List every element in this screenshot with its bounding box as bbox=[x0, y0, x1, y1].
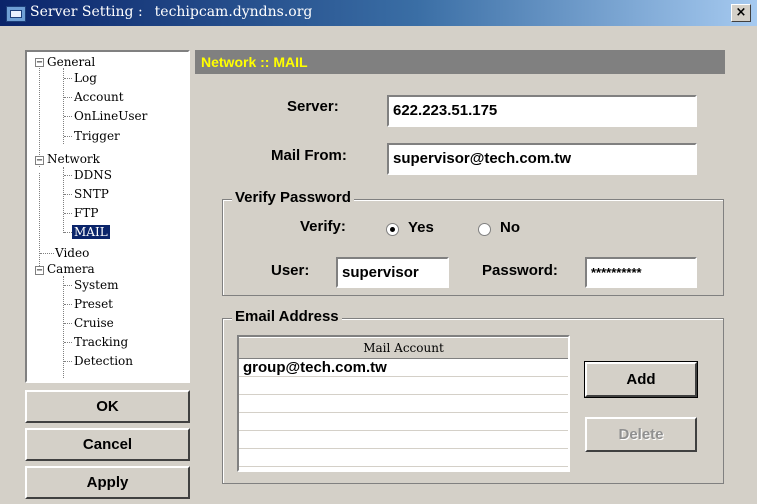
tree-branch bbox=[64, 78, 72, 79]
tree-item-detection[interactable]: Detection bbox=[74, 354, 133, 368]
server-label: Server: bbox=[287, 98, 339, 115]
tree-branch bbox=[40, 253, 54, 254]
window-title-label: Server Setting : bbox=[30, 4, 143, 20]
app-icon bbox=[6, 6, 26, 22]
tree-connector bbox=[39, 68, 40, 167]
apply-button[interactable]: Apply bbox=[25, 466, 190, 499]
collapse-icon[interactable]: − bbox=[35, 266, 44, 276]
settings-tree[interactable]: − General Log Account OnLineUser Trigger… bbox=[25, 50, 190, 383]
list-item[interactable]: group@tech.com.tw bbox=[239, 359, 568, 377]
ok-button[interactable]: OK bbox=[25, 390, 190, 423]
list-item-empty[interactable] bbox=[239, 395, 568, 413]
tree-branch bbox=[64, 213, 72, 214]
list-item-empty[interactable] bbox=[239, 431, 568, 449]
tree-connector bbox=[63, 167, 64, 233]
list-item-empty[interactable] bbox=[239, 449, 568, 467]
email-address-legend: Email Address bbox=[232, 308, 342, 325]
password-input[interactable]: ********** bbox=[585, 257, 697, 288]
tree-branch bbox=[64, 194, 72, 195]
tree-branch bbox=[64, 285, 72, 286]
mail-from-label: Mail From: bbox=[271, 147, 347, 164]
tree-item-cruise[interactable]: Cruise bbox=[74, 316, 114, 330]
collapse-icon[interactable]: − bbox=[35, 58, 44, 68]
server-input[interactable]: 622.223.51.175 bbox=[387, 95, 697, 127]
tree-item-camera[interactable]: Camera bbox=[47, 262, 95, 276]
tree-branch bbox=[64, 136, 72, 137]
tree-item-network[interactable]: Network bbox=[47, 152, 100, 166]
delete-button[interactable]: Delete bbox=[585, 417, 697, 452]
title-bar: Server Setting : techipcam.dyndns.org × bbox=[0, 0, 757, 26]
verify-yes-label[interactable]: Yes bbox=[408, 219, 434, 236]
tree-item-account[interactable]: Account bbox=[74, 90, 124, 104]
collapse-icon[interactable]: − bbox=[35, 156, 44, 166]
mail-from-input[interactable]: supervisor@tech.com.tw bbox=[387, 143, 697, 175]
add-button[interactable]: Add bbox=[584, 361, 698, 398]
tree-item-preset[interactable]: Preset bbox=[74, 297, 113, 311]
tree-item-online-user[interactable]: OnLineUser bbox=[74, 109, 147, 123]
tree-connector bbox=[63, 68, 64, 144]
tree-branch bbox=[64, 232, 72, 233]
tree-branch bbox=[64, 304, 72, 305]
tree-branch bbox=[64, 361, 72, 362]
user-label: User: bbox=[271, 262, 310, 279]
tree-branch bbox=[64, 97, 72, 98]
tree-item-log[interactable]: Log bbox=[74, 71, 97, 85]
window-title: Server Setting : techipcam.dyndns.org bbox=[30, 4, 312, 20]
tree-item-video[interactable]: Video bbox=[55, 246, 89, 260]
verify-label: Verify: bbox=[300, 218, 346, 235]
tree-branch bbox=[64, 323, 72, 324]
verify-password-legend: Verify Password bbox=[232, 189, 354, 206]
tree-item-ftp[interactable]: FTP bbox=[74, 206, 98, 220]
verify-no-label[interactable]: No bbox=[500, 219, 520, 236]
list-item-empty[interactable] bbox=[239, 377, 568, 395]
tree-item-ddns[interactable]: DDNS bbox=[74, 168, 112, 182]
window-title-host: techipcam.dyndns.org bbox=[154, 4, 313, 20]
tree-item-trigger[interactable]: Trigger bbox=[74, 129, 120, 143]
section-header: Network :: MAIL bbox=[195, 50, 725, 74]
password-label: Password: bbox=[482, 262, 558, 279]
mail-account-column-header[interactable]: Mail Account bbox=[239, 337, 568, 359]
verify-yes-radio[interactable] bbox=[386, 223, 399, 236]
tree-branch bbox=[64, 116, 72, 117]
verify-no-radio[interactable] bbox=[478, 223, 491, 236]
tree-item-tracking[interactable]: Tracking bbox=[74, 335, 128, 349]
tree-item-mail[interactable]: MAIL bbox=[72, 225, 110, 239]
tree-item-general[interactable]: General bbox=[47, 55, 95, 69]
tree-item-system[interactable]: System bbox=[74, 278, 118, 292]
list-item-empty[interactable] bbox=[239, 413, 568, 431]
tree-branch bbox=[64, 342, 72, 343]
user-input[interactable]: supervisor bbox=[336, 257, 449, 288]
tree-connector bbox=[63, 276, 64, 378]
close-icon[interactable]: × bbox=[731, 4, 751, 22]
tree-item-sntp[interactable]: SNTP bbox=[74, 187, 109, 201]
cancel-button[interactable]: Cancel bbox=[25, 428, 190, 461]
tree-branch bbox=[64, 175, 72, 176]
mail-account-list[interactable]: Mail Account group@tech.com.tw bbox=[237, 335, 570, 472]
tree-connector bbox=[39, 173, 40, 270]
